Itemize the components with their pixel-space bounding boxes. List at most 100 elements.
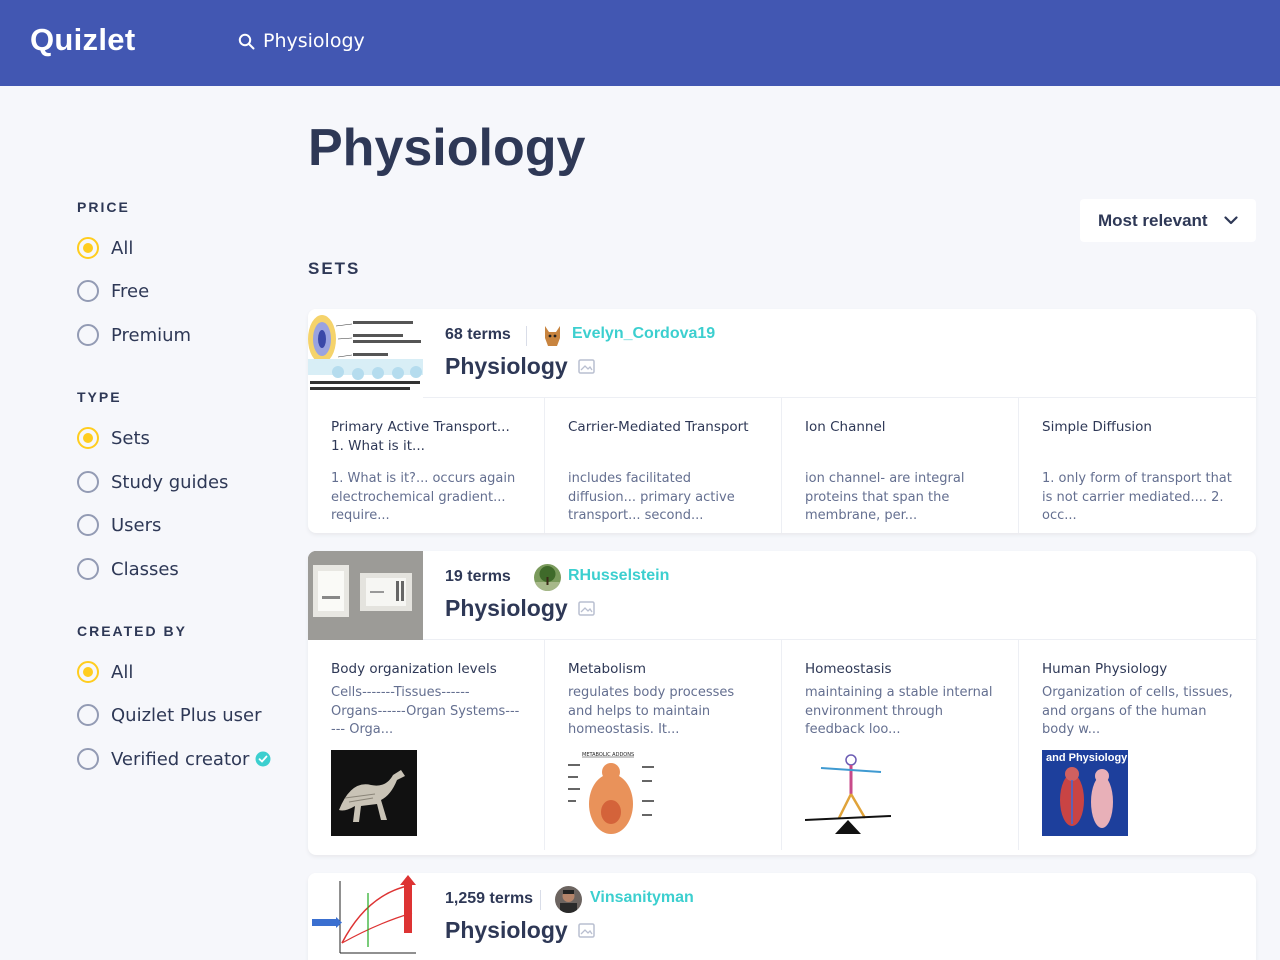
price-filter-heading: PRICE (77, 199, 130, 215)
option-label: Verified creator (111, 748, 250, 770)
term-preview-card[interactable]: Simple Diffusion 1. only form of transpor… (1019, 398, 1256, 533)
created-by-filter-heading: CREATED BY (77, 623, 187, 639)
term-preview-card[interactable]: Body organization levels Cells-------Tis… (308, 640, 545, 850)
set-card-header[interactable]: 19 terms RHusselstein Physiology (308, 551, 1256, 640)
image-icon (577, 601, 595, 616)
radio-selected-icon[interactable] (77, 427, 99, 449)
username-link[interactable]: Vinsanityman (590, 889, 694, 907)
term-preview-card[interactable]: Carrier-Mediated Transport includes facil… (545, 398, 782, 533)
term-preview-row: Primary Active Transport... 1. What is i… (308, 398, 1256, 533)
sort-dropdown[interactable]: Most relevant (1080, 199, 1256, 242)
type-filter-heading: TYPE (77, 389, 122, 405)
radio-selected-icon[interactable] (77, 237, 99, 259)
created-by-option-plus-user[interactable]: Quizlet Plus user (77, 704, 262, 726)
definition-text: maintaining a stable internal environmen… (805, 685, 993, 737)
term-text: Simple Diffusion (1042, 419, 1152, 435)
term-text: Carrier-Mediated Transport (568, 419, 749, 435)
radio-icon[interactable] (77, 514, 99, 536)
term-preview-card[interactable]: Metabolism regulates body processes and … (545, 640, 782, 850)
metabolism-chart-image: METABOLIC ADDONS (568, 749, 654, 836)
radio-icon[interactable] (77, 558, 99, 580)
user-avatar[interactable] (539, 322, 566, 349)
term-text: Human Physiology (1042, 661, 1168, 677)
option-label: Premium (111, 324, 192, 346)
top-navbar: Quizlet Physiology (0, 0, 1280, 86)
term-count: 1,259 terms (445, 890, 534, 907)
price-option-premium[interactable]: Premium (77, 324, 191, 346)
set-title[interactable]: Physiology (445, 595, 595, 622)
option-label: Sets (111, 427, 150, 449)
option-label: Quizlet Plus user (111, 704, 262, 726)
homeostasis-figure-image (805, 749, 891, 836)
definition-text: includes facilitated diffusion... primar… (568, 471, 735, 523)
radio-icon[interactable] (77, 280, 99, 302)
set-card[interactable]: 1,259 terms Vinsanityman Physiology (308, 873, 1256, 960)
definition-text: Organization of cells, tissues, and orga… (1042, 685, 1233, 737)
type-option-study-guides[interactable]: Study guides (77, 471, 228, 493)
term-preview-card[interactable]: Human Physiology Organization of cells, … (1019, 640, 1256, 850)
set-card[interactable]: 68 terms Evelyn_Cordova19 Physiology Pri… (308, 309, 1256, 533)
set-card-header[interactable]: 1,259 terms Vinsanityman Physiology (308, 873, 1256, 960)
set-title[interactable]: Physiology (445, 353, 595, 380)
user-avatar[interactable] (555, 886, 582, 913)
term-text: Homeostasis (805, 661, 892, 677)
created-by-option-verified[interactable]: Verified creator (77, 748, 271, 770)
user-avatar[interactable] (534, 564, 561, 591)
set-title-text[interactable]: Physiology (445, 595, 568, 622)
type-option-users[interactable]: Users (77, 514, 161, 536)
type-option-classes[interactable]: Classes (77, 558, 179, 580)
search-icon (238, 33, 255, 49)
sets-section-label: SETS (308, 259, 361, 278)
username-link[interactable]: RHusselstein (568, 567, 669, 585)
definition-text: regulates body processes and helps to ma… (568, 685, 735, 737)
set-card[interactable]: 19 terms RHusselstein Physiology Body or… (308, 551, 1256, 855)
definition-text: 1. What is it?... occurs again electroch… (331, 471, 516, 523)
definition-text: ion channel- are integral proteins that … (805, 471, 965, 523)
definition-text: 1. only form of transport that is not ca… (1042, 471, 1232, 523)
divider (526, 326, 527, 346)
page-title: Physiology (308, 119, 586, 177)
type-option-sets[interactable]: Sets (77, 427, 150, 449)
search-input[interactable]: Physiology (263, 30, 365, 52)
radio-icon[interactable] (77, 704, 99, 726)
search-bar[interactable]: Physiology (238, 30, 365, 52)
set-thumbnail-image (308, 551, 423, 640)
option-label: Free (111, 280, 150, 302)
radio-selected-icon[interactable] (77, 661, 99, 683)
radio-icon[interactable] (77, 324, 99, 346)
divider (540, 890, 541, 910)
term-text: Metabolism (568, 661, 647, 677)
option-label: All (111, 237, 134, 259)
anatomy-book-cover-image: and Physiology (1042, 749, 1128, 836)
definition-text: Cells-------Tissues------ Organs------Or… (331, 685, 520, 737)
price-option-free[interactable]: Free (77, 280, 149, 302)
radio-icon[interactable] (77, 471, 99, 493)
option-label: Study guides (111, 471, 229, 493)
image-icon (577, 359, 595, 374)
term-count: 68 terms (445, 326, 511, 343)
image-icon (577, 923, 595, 938)
book-cover-title: and Physiology (1046, 752, 1128, 764)
price-option-all[interactable]: All (77, 237, 133, 259)
username-link[interactable]: Evelyn_Cordova19 (572, 325, 715, 343)
quizlet-logo[interactable]: Quizlet (30, 22, 135, 58)
sort-selected-label: Most relevant (1098, 210, 1208, 230)
radio-icon[interactable] (77, 748, 99, 770)
dinosaur-skeleton-image (331, 749, 417, 836)
term-preview-card[interactable]: Primary Active Transport... 1. What is i… (308, 398, 545, 533)
set-title[interactable]: Physiology (445, 917, 595, 944)
set-thumbnail-image (308, 873, 423, 960)
chevron-down-icon (1224, 216, 1238, 225)
set-title-text[interactable]: Physiology (445, 353, 568, 380)
term-preview-card[interactable]: Ion Channel ion channel- are integral pro… (782, 398, 1019, 533)
term-text: Ion Channel (805, 419, 886, 435)
option-label: All (111, 661, 134, 683)
set-thumbnail-image (308, 309, 423, 398)
term-text: Primary Active Transport... 1. What is i… (331, 419, 510, 454)
set-card-header[interactable]: 68 terms Evelyn_Cordova19 Physiology (308, 309, 1256, 398)
set-title-text[interactable]: Physiology (445, 917, 568, 944)
term-preview-row: Body organization levels Cells-------Tis… (308, 640, 1256, 850)
term-preview-card[interactable]: Homeostasis maintaining a stable interna… (782, 640, 1019, 850)
term-text: Body organization levels (331, 661, 497, 677)
created-by-option-all[interactable]: All (77, 661, 133, 683)
